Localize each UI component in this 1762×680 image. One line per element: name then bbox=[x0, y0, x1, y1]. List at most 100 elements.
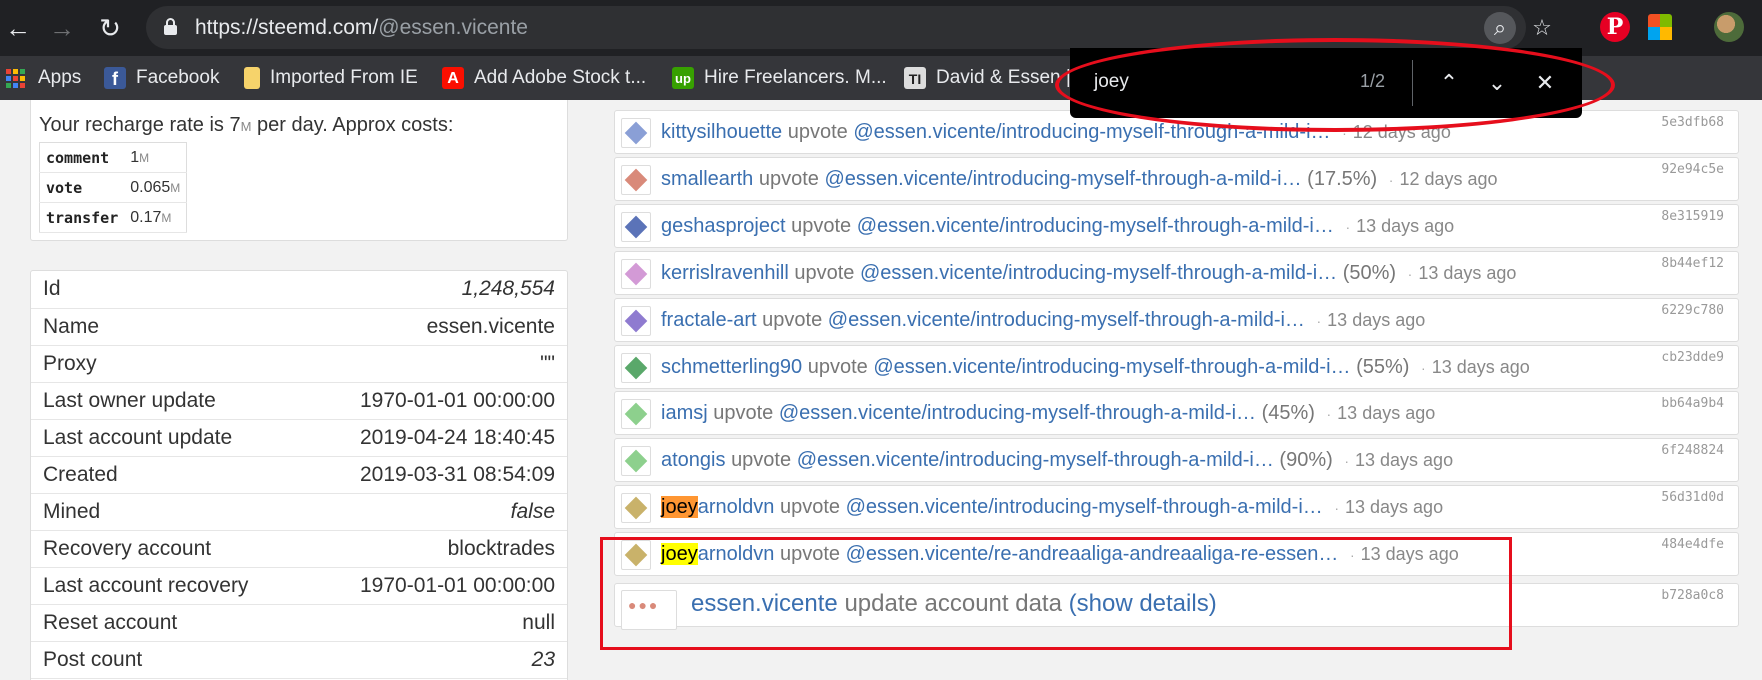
separator-dot: · bbox=[1334, 500, 1339, 516]
operation-user-link[interactable]: kerrislravenhill bbox=[661, 262, 789, 284]
transaction-hash-link[interactable]: cb23dde9 bbox=[1661, 350, 1724, 365]
property-value: 2019-04-24 18:40:45 bbox=[305, 419, 567, 457]
user-avatar-icon[interactable] bbox=[621, 399, 651, 429]
user-avatar-icon[interactable] bbox=[621, 446, 651, 476]
bookmark-label: David & Essen | bbox=[936, 67, 1071, 88]
pinterest-extension-icon[interactable]: P bbox=[1600, 12, 1630, 42]
operation-action: upvote bbox=[713, 402, 774, 424]
user-avatar-icon[interactable] bbox=[621, 165, 651, 195]
operation-user-link[interactable]: joeyarnoldvn bbox=[661, 496, 774, 518]
property-label: Proxy bbox=[31, 345, 306, 383]
property-row: Last account update 2019-04-24 18:40:45 bbox=[31, 419, 567, 457]
transaction-hash-link[interactable]: 484e4dfe bbox=[1661, 537, 1724, 552]
transaction-hash-link[interactable]: 6229c780 bbox=[1661, 303, 1724, 318]
property-row: Reset account null bbox=[31, 604, 567, 642]
transaction-hash-link[interactable]: 8b44ef12 bbox=[1661, 256, 1724, 271]
operation-action: upvote bbox=[762, 309, 823, 331]
bookmark-hire-freelancers[interactable]: up Hire Freelancers. M... bbox=[672, 64, 887, 92]
property-value: 2019-03-31 08:54:09 bbox=[305, 456, 567, 494]
forward-button[interactable]: → bbox=[44, 10, 80, 46]
operation-post-link[interactable]: @essen.vicente/introducing-myself-throug… bbox=[873, 356, 1350, 378]
operation-user-name: arnoldvn bbox=[697, 496, 775, 518]
bookmark-facebook[interactable]: f Facebook bbox=[104, 64, 219, 92]
cost-number: 0.065 bbox=[130, 178, 171, 196]
operation-text: atongis upvote @essen.vicente/introducin… bbox=[661, 449, 1453, 472]
operation-user-name: kerrislravenhill bbox=[661, 262, 789, 284]
url-text[interactable]: https://steemd.com/@essen.vicente bbox=[195, 16, 528, 40]
user-avatar-icon[interactable] bbox=[621, 493, 651, 523]
operation-post-link[interactable]: @essen.vicente/introducing-myself-throug… bbox=[857, 215, 1334, 237]
property-row: Last owner update 1970-01-01 00:00:00 bbox=[31, 382, 567, 420]
property-label: Name bbox=[31, 308, 306, 346]
operation-row: iamsj upvote @essen.vicente/introducing-… bbox=[614, 391, 1739, 435]
operation-post-link[interactable]: @essen.vicente/introducing-myself-throug… bbox=[846, 496, 1323, 518]
operation-user-link[interactable]: schmetterling90 bbox=[661, 356, 802, 378]
cost-value: 0.065M bbox=[124, 172, 187, 203]
bookmark-david-essen[interactable]: TI David & Essen | bbox=[904, 64, 1071, 92]
cost-number: 1 bbox=[130, 148, 140, 166]
operation-user-link[interactable]: fractale-art bbox=[661, 309, 757, 331]
operation-post-link[interactable]: @essen.vicente/introducing-myself-throug… bbox=[860, 262, 1337, 284]
operation-action: upvote bbox=[731, 449, 792, 471]
transaction-hash-link[interactable]: b728a0c8 bbox=[1661, 588, 1724, 603]
operation-user-link[interactable]: iamsj bbox=[661, 402, 708, 424]
operation-user-link[interactable]: kittysilhouette bbox=[661, 121, 782, 143]
operation-timestamp: 13 days ago bbox=[1431, 357, 1530, 377]
operation-action: upvote bbox=[791, 215, 852, 237]
operation-text: joeyarnoldvn upvote @essen.vicente/intro… bbox=[661, 496, 1443, 519]
operation-user-link[interactable]: smallearth bbox=[661, 168, 753, 190]
cost-key: comment bbox=[39, 142, 125, 173]
property-value: 1970-01-01 00:00:00 bbox=[305, 382, 567, 420]
url-path: @essen.vicente bbox=[378, 16, 528, 39]
separator-dot: · bbox=[1326, 406, 1332, 422]
separator-dot: · bbox=[1344, 453, 1349, 469]
operation-row: geshasproject upvote @essen.vicente/intr… bbox=[614, 204, 1739, 248]
operation-post-link[interactable]: @essen.vicente/introducing-myself-throug… bbox=[797, 449, 1274, 471]
user-avatar-icon[interactable] bbox=[621, 118, 651, 148]
operation-post-link[interactable]: @essen.vicente/introducing-myself-throug… bbox=[779, 402, 1256, 424]
transaction-hash-link[interactable]: bb64a9b4 bbox=[1661, 396, 1724, 411]
operation-post-link[interactable]: @essen.vicente/introducing-myself-throug… bbox=[824, 168, 1301, 190]
user-avatar-icon[interactable] bbox=[621, 212, 651, 242]
account-properties-table: Id 1,248,554 Name essen.vicente Proxy "" Last … bbox=[31, 271, 567, 679]
cost-key: transfer bbox=[39, 202, 125, 233]
bookmark-star-icon[interactable]: ☆ bbox=[1526, 12, 1558, 44]
user-avatar-icon[interactable] bbox=[621, 259, 651, 289]
recharge-text-after: per day. Approx costs: bbox=[251, 114, 454, 136]
cost-row-vote: vote 0.065M bbox=[39, 172, 187, 203]
property-label: Last account update bbox=[31, 419, 306, 457]
office-extension-icon[interactable] bbox=[1648, 14, 1672, 40]
back-button[interactable]: ← bbox=[0, 10, 36, 46]
transaction-hash-link[interactable]: 6f248824 bbox=[1661, 443, 1724, 458]
user-avatar-icon[interactable] bbox=[621, 353, 651, 383]
reload-button[interactable]: ↻ bbox=[92, 10, 128, 46]
bookmark-imported-from-ie[interactable]: Imported From IE bbox=[244, 64, 418, 92]
operation-post-link[interactable]: @essen.vicente/introducing-myself-throug… bbox=[828, 309, 1305, 331]
operation-action: upvote bbox=[787, 121, 848, 143]
transaction-hash-link[interactable]: 56d31d0d bbox=[1661, 490, 1724, 505]
recharge-rate-text: Your recharge rate is 7M per day. Approx… bbox=[39, 114, 453, 137]
operation-weight: (17.5%) bbox=[1307, 168, 1378, 190]
property-value: "" bbox=[305, 345, 567, 383]
profile-avatar[interactable] bbox=[1714, 12, 1744, 42]
property-label: Reset account bbox=[31, 604, 306, 642]
property-value: 1,248,554 bbox=[305, 271, 567, 309]
account-properties-panel: Id 1,248,554 Name essen.vicente Proxy "" Last … bbox=[30, 270, 568, 680]
user-avatar-icon[interactable] bbox=[621, 306, 651, 336]
operation-weight: (50%) bbox=[1342, 262, 1397, 284]
find-match-highlight: joey bbox=[661, 496, 698, 518]
operation-user-link[interactable]: geshasproject bbox=[661, 215, 786, 237]
transaction-hash-link[interactable]: 8e315919 bbox=[1661, 209, 1724, 224]
transaction-hash-link[interactable]: 92e94c5e bbox=[1661, 162, 1724, 177]
find-in-page-icon[interactable]: ⌕ bbox=[1484, 12, 1516, 44]
operation-user-name: fractale-art bbox=[661, 309, 757, 331]
operation-text: kerrislravenhill upvote @essen.vicente/i… bbox=[661, 262, 1516, 285]
property-row: Post count 23 bbox=[31, 641, 567, 679]
operation-user-link[interactable]: atongis bbox=[661, 449, 726, 471]
transaction-hash-link[interactable]: 5e3dfb68 bbox=[1661, 115, 1724, 130]
operation-timestamp: 13 days ago bbox=[1418, 263, 1517, 283]
bookmark-adobe-stock[interactable]: A Add Adobe Stock t... bbox=[442, 64, 646, 92]
operation-row: fractale-art upvote @essen.vicente/intro… bbox=[614, 298, 1739, 342]
cost-unit: M bbox=[170, 180, 181, 195]
bookmark-apps[interactable]: Apps bbox=[6, 64, 81, 92]
